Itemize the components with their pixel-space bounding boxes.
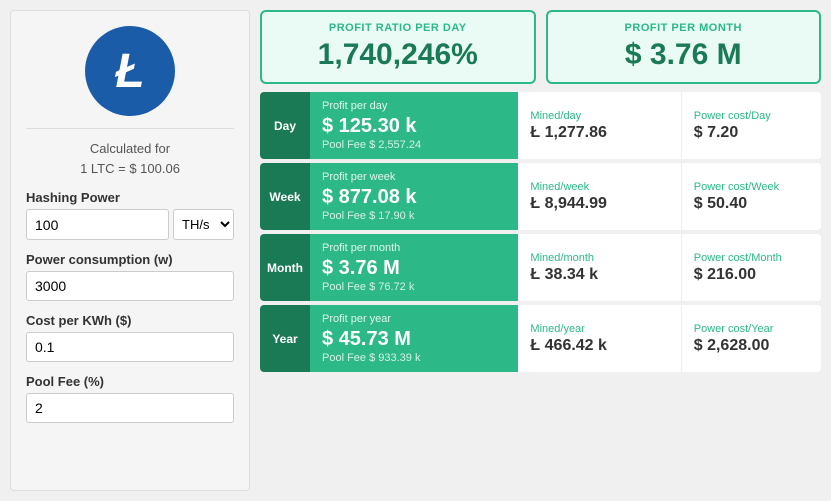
profit-month-label: PROFIT PER MONTH: [563, 22, 805, 34]
row-period-label: Day: [260, 92, 310, 159]
left-panel: Ł Calculated for 1 LTC = $ 100.06 Hashin…: [10, 10, 250, 491]
row-period-label: Week: [260, 163, 310, 230]
calc-for: Calculated for 1 LTC = $ 100.06: [26, 128, 234, 178]
profit-value: $ 125.30 k: [322, 114, 506, 138]
row-power: Power cost/Week $ 50.40: [682, 163, 821, 230]
mined-value: Ł 1,277.86: [530, 124, 668, 142]
power-consumption-group: Power consumption (w): [26, 252, 234, 301]
pool-fee-label: Pool Fee (%): [26, 374, 234, 389]
main-container: Ł Calculated for 1 LTC = $ 100.06 Hashin…: [0, 0, 831, 501]
profit-label: Profit per day: [322, 100, 506, 112]
mined-label: Mined/year: [530, 323, 668, 335]
profit-month-card: PROFIT PER MONTH $ 3.76 M: [546, 10, 822, 84]
profit-ratio-value: 1,740,246%: [277, 38, 519, 72]
table-row: Month Profit per month $ 3.76 M Pool Fee…: [260, 234, 821, 301]
table-row: Year Profit per year $ 45.73 M Pool Fee …: [260, 305, 821, 372]
profit-value: $ 877.08 k: [322, 185, 506, 209]
power-cost-label: Power cost/Year: [694, 323, 809, 335]
row-power: Power cost/Month $ 216.00: [682, 234, 821, 301]
cost-kwh-group: Cost per KWh ($): [26, 313, 234, 362]
row-mined: Mined/day Ł 1,277.86: [518, 92, 681, 159]
top-metrics: PROFIT RATIO PER DAY 1,740,246% PROFIT P…: [260, 10, 821, 84]
power-cost-value: $ 2,628.00: [694, 337, 809, 355]
profit-ratio-label: PROFIT RATIO PER DAY: [277, 22, 519, 34]
power-cost-label: Power cost/Week: [694, 181, 809, 193]
data-rows: Day Profit per day $ 125.30 k Pool Fee $…: [260, 92, 821, 372]
power-cost-value: $ 50.40: [694, 195, 809, 213]
power-cost-label: Power cost/Month: [694, 252, 809, 264]
pool-fee-display: Pool Fee $ 2,557.24: [322, 139, 506, 151]
logo: Ł: [85, 26, 175, 116]
power-cost-value: $ 216.00: [694, 266, 809, 284]
row-profit: Profit per day $ 125.30 k Pool Fee $ 2,5…: [310, 92, 518, 159]
logo-letter: Ł: [115, 44, 144, 99]
cost-kwh-label: Cost per KWh ($): [26, 313, 234, 328]
profit-value: $ 3.76 M: [322, 256, 506, 280]
mined-label: Mined/week: [530, 181, 668, 193]
mined-value: Ł 466.42 k: [530, 337, 668, 355]
pool-fee-display: Pool Fee $ 17.90 k: [322, 210, 506, 222]
power-cost-value: $ 7.20: [694, 124, 809, 142]
hashing-power-label: Hashing Power: [26, 190, 234, 205]
power-consumption-input[interactable]: [26, 271, 234, 301]
cost-kwh-input[interactable]: [26, 332, 234, 362]
pool-fee-display: Pool Fee $ 76.72 k: [322, 281, 506, 293]
profit-month-value: $ 3.76 M: [563, 38, 805, 72]
row-power: Power cost/Year $ 2,628.00: [682, 305, 821, 372]
pool-fee-display: Pool Fee $ 933.39 k: [322, 352, 506, 364]
mined-value: Ł 8,944.99: [530, 195, 668, 213]
profit-ratio-card: PROFIT RATIO PER DAY 1,740,246%: [260, 10, 536, 84]
pool-fee-input[interactable]: [26, 393, 234, 423]
pool-fee-group: Pool Fee (%): [26, 374, 234, 423]
profit-label: Profit per year: [322, 313, 506, 325]
row-profit: Profit per week $ 877.08 k Pool Fee $ 17…: [310, 163, 518, 230]
right-panel: PROFIT RATIO PER DAY 1,740,246% PROFIT P…: [260, 10, 821, 491]
row-period-label: Year: [260, 305, 310, 372]
mined-value: Ł 38.34 k: [530, 266, 668, 284]
row-mined: Mined/year Ł 466.42 k: [518, 305, 681, 372]
calc-for-line1: Calculated for: [26, 139, 234, 159]
table-row: Week Profit per week $ 877.08 k Pool Fee…: [260, 163, 821, 230]
hashing-power-group: Hashing Power TH/s GH/s MH/s: [26, 190, 234, 240]
mined-label: Mined/day: [530, 110, 668, 122]
power-consumption-label: Power consumption (w): [26, 252, 234, 267]
hashing-unit-select[interactable]: TH/s GH/s MH/s: [173, 209, 234, 240]
row-period-label: Month: [260, 234, 310, 301]
row-mined: Mined/week Ł 8,944.99: [518, 163, 681, 230]
profit-value: $ 45.73 M: [322, 327, 506, 351]
row-profit: Profit per year $ 45.73 M Pool Fee $ 933…: [310, 305, 518, 372]
table-row: Day Profit per day $ 125.30 k Pool Fee $…: [260, 92, 821, 159]
calc-for-line2: 1 LTC = $ 100.06: [26, 159, 234, 179]
row-mined: Mined/month Ł 38.34 k: [518, 234, 681, 301]
profit-label: Profit per month: [322, 242, 506, 254]
row-profit: Profit per month $ 3.76 M Pool Fee $ 76.…: [310, 234, 518, 301]
power-cost-label: Power cost/Day: [694, 110, 809, 122]
profit-label: Profit per week: [322, 171, 506, 183]
mined-label: Mined/month: [530, 252, 668, 264]
row-power: Power cost/Day $ 7.20: [682, 92, 821, 159]
hashing-power-input[interactable]: [26, 209, 169, 240]
